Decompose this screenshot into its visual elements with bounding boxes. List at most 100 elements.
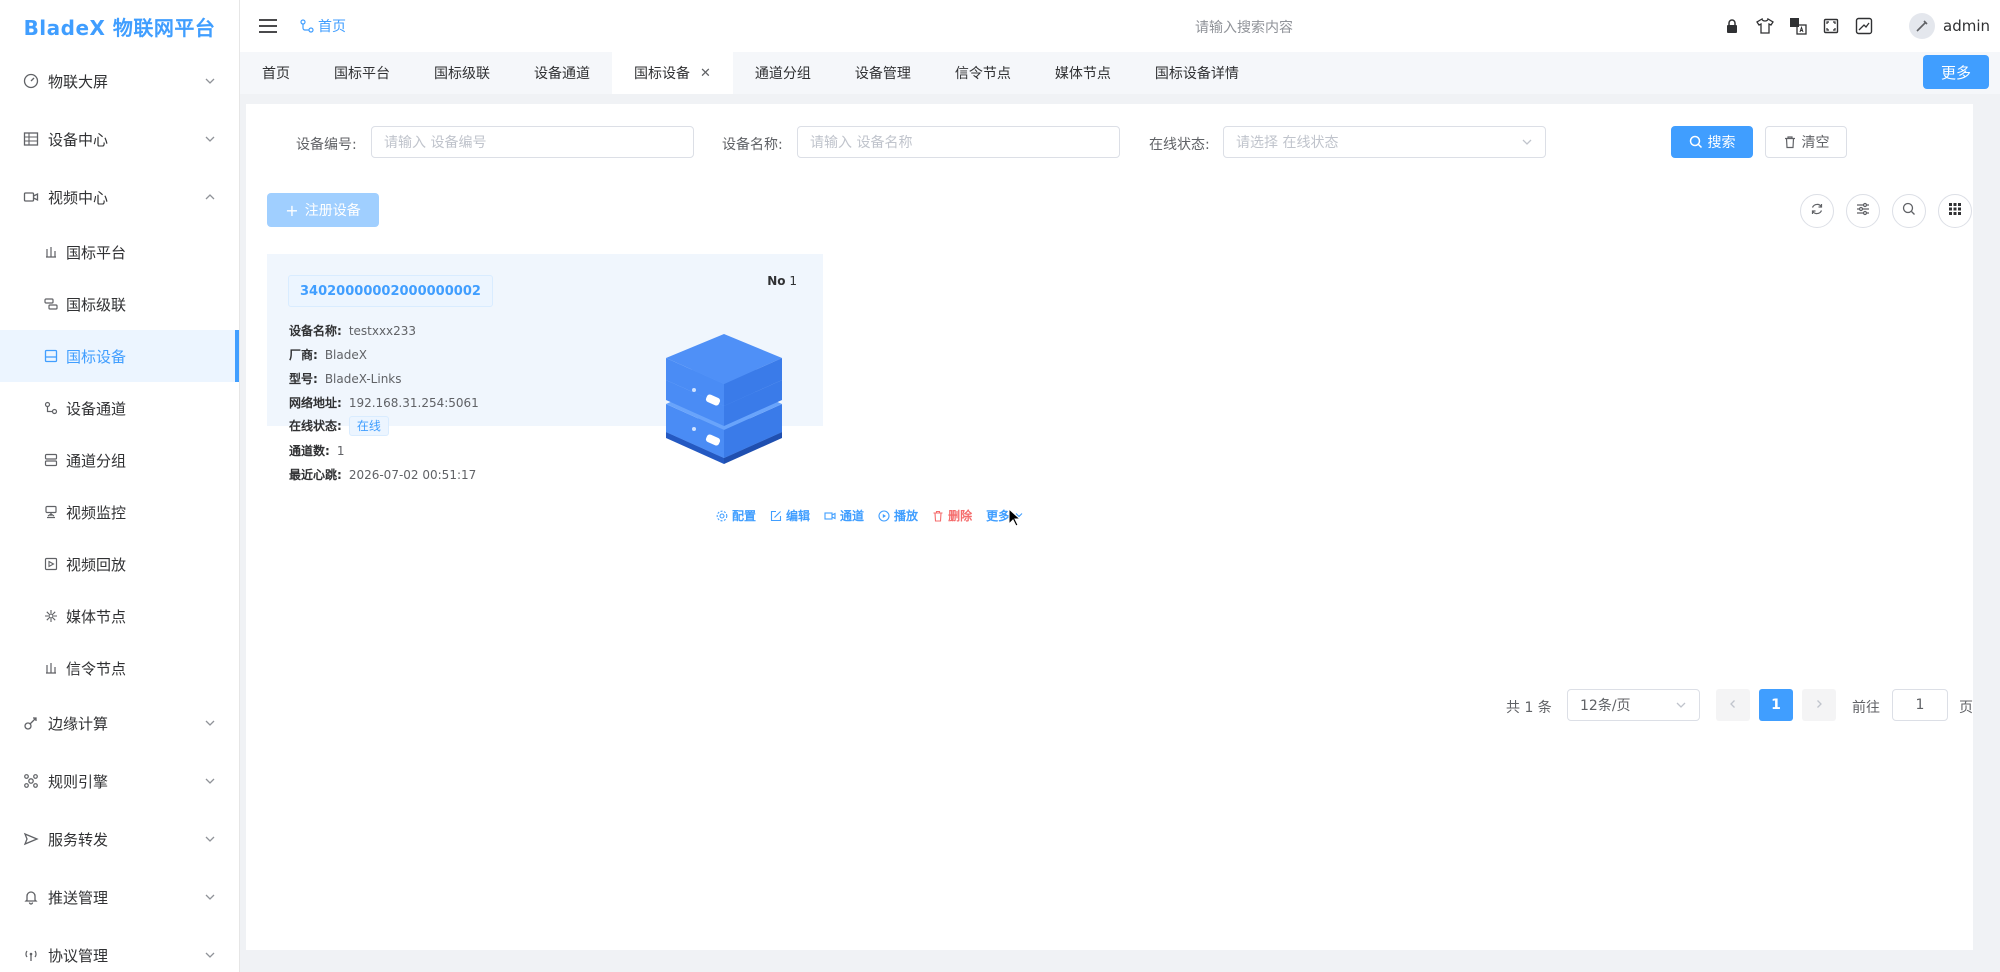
- sidebar-group-rule-engine[interactable]: 规则引擎: [0, 752, 239, 810]
- tab-device-management[interactable]: 设备管理: [833, 52, 933, 94]
- lock-icon[interactable]: [1722, 16, 1742, 36]
- chevron-down-icon: [203, 832, 217, 846]
- app-logo[interactable]: BladeX 物联网平台: [0, 0, 239, 52]
- sidebar-item-gb-cascade[interactable]: 国标级联: [0, 278, 239, 330]
- tab-media-node[interactable]: 媒体节点: [1033, 52, 1133, 94]
- play-button[interactable]: 播放: [878, 507, 918, 524]
- page-number-button[interactable]: 1: [1759, 689, 1793, 721]
- sidebar-item-label: 国标平台: [66, 243, 127, 262]
- chevron-left-icon: [1728, 697, 1738, 713]
- prev-page-button[interactable]: [1716, 689, 1750, 721]
- toggle-search-button[interactable]: [1892, 194, 1926, 228]
- search-button[interactable]: 搜索: [1671, 126, 1753, 158]
- filter-settings-button[interactable]: [1846, 194, 1880, 228]
- sidebar-group-label: 推送管理: [48, 888, 109, 907]
- theme-shirt-icon[interactable]: [1755, 16, 1775, 36]
- tabs-bar: 首页 国标平台 国标级联 设备通道 国标设备 ✕ 通道分组 设备管理 信令节点 媒…: [240, 52, 2000, 94]
- close-icon[interactable]: ✕: [700, 66, 711, 81]
- tab-gb-device[interactable]: 国标设备 ✕: [612, 52, 733, 94]
- sidebar-group-dashboard[interactable]: 物联大屏: [0, 52, 239, 110]
- chevron-down-icon: [1675, 699, 1687, 711]
- cascade-icon: [43, 296, 59, 312]
- sidebar-group-service-forward[interactable]: 服务转发: [0, 810, 239, 868]
- sidebar-group-video-center[interactable]: 视频中心: [0, 168, 239, 226]
- tab-label: 国标设备: [634, 66, 690, 82]
- sidebar: BladeX 物联网平台 物联大屏 设备中心 视频中心 国标平台 国标级联 国标…: [0, 0, 240, 972]
- tab-device-channel[interactable]: 设备通道: [512, 52, 612, 94]
- tab-label: 媒体节点: [1054, 66, 1111, 82]
- device-id-tag[interactable]: 34020000002000000002: [288, 275, 493, 307]
- sidebar-item-gb-platform[interactable]: 国标平台: [0, 226, 239, 278]
- register-device-label: 注册设备: [304, 203, 361, 219]
- sidebar-group-label: 边缘计算: [48, 714, 109, 733]
- avatar[interactable]: [1909, 13, 1935, 39]
- edit-button[interactable]: 编辑: [770, 507, 810, 524]
- row-key: 型号:: [289, 372, 318, 386]
- tab-gb-device-detail[interactable]: 国标设备详情: [1133, 52, 1261, 94]
- clear-button[interactable]: 清空: [1765, 126, 1847, 158]
- tab-label: 国标设备详情: [1154, 66, 1239, 82]
- translate-icon[interactable]: [1788, 16, 1808, 36]
- search-form: 设备编号: 请输入 设备编号 设备名称: 请输入 设备名称 在线状态: 请选择 …: [246, 126, 1973, 160]
- screenshot-icon[interactable]: [1854, 16, 1874, 36]
- page-size-select[interactable]: 12条/页: [1567, 689, 1700, 721]
- grid-view-button[interactable]: [1938, 194, 1972, 228]
- device-name-placeholder: 请输入 设备名称: [810, 135, 913, 151]
- breadcrumb-label: 首页: [318, 19, 346, 35]
- username[interactable]: admin: [1943, 17, 1990, 35]
- row-key: 设备名称:: [289, 324, 342, 338]
- video-camera-icon: [824, 510, 836, 522]
- online-status-row: 在线状态: 在线: [289, 416, 389, 436]
- register-device-button[interactable]: + 注册设备: [267, 193, 379, 227]
- sidebar-group-edge-computing[interactable]: 边缘计算: [0, 694, 239, 752]
- sidebar-item-signal-node[interactable]: 信令节点: [0, 642, 239, 694]
- send-icon: [22, 830, 40, 848]
- sidebar-group-protocol-management[interactable]: 协议管理: [0, 926, 239, 972]
- channel-button[interactable]: 通道: [824, 507, 864, 524]
- tab-gb-platform[interactable]: 国标平台: [312, 52, 412, 94]
- row-key: 在线状态:: [289, 419, 342, 433]
- sidebar-item-media-node[interactable]: 媒体节点: [0, 590, 239, 642]
- sidebar-item-channel-group[interactable]: 通道分组: [0, 434, 239, 486]
- sidebar-item-gb-device[interactable]: 国标设备: [0, 330, 239, 382]
- sidebar-item-video-playback[interactable]: 视频回放: [0, 538, 239, 590]
- breadcrumb[interactable]: 首页: [300, 16, 346, 36]
- fullscreen-icon[interactable]: [1821, 16, 1841, 36]
- status-badge: 在线: [348, 416, 389, 436]
- hamburger-menu-icon[interactable]: [256, 14, 280, 38]
- tab-channel-group[interactable]: 通道分组: [733, 52, 833, 94]
- sidebar-item-label: 视频回放: [66, 555, 127, 574]
- config-button[interactable]: 配置: [716, 507, 756, 524]
- tab-signal-node[interactable]: 信令节点: [933, 52, 1033, 94]
- chevron-down-icon: [203, 716, 217, 730]
- pagination-total: 共 1 条: [1506, 700, 1552, 716]
- goto-page-input[interactable]: 1: [1892, 689, 1948, 721]
- sidebar-item-device-channel[interactable]: 设备通道: [0, 382, 239, 434]
- monitor-icon: [43, 504, 59, 520]
- row-key: 网络地址:: [289, 396, 342, 410]
- playback-icon: [43, 556, 59, 572]
- dashboard-icon: [22, 72, 40, 90]
- rule-icon: [22, 772, 40, 790]
- tab-home[interactable]: 首页: [240, 52, 312, 94]
- refresh-button[interactable]: [1800, 194, 1834, 228]
- card-no-label: No: [767, 274, 786, 288]
- next-page-button[interactable]: [1802, 689, 1836, 721]
- sidebar-group-push-management[interactable]: 推送管理: [0, 868, 239, 926]
- device-code-input[interactable]: 请输入 设备编号: [371, 126, 694, 158]
- sidebar-item-label: 国标级联: [66, 295, 127, 314]
- device-name-input[interactable]: 请输入 设备名称: [797, 126, 1120, 158]
- tabs-more-button[interactable]: 更多: [1923, 55, 1989, 89]
- chevron-down-icon: [203, 890, 217, 904]
- table-icon: [22, 130, 40, 148]
- trash-icon: [932, 510, 944, 522]
- sidebar-item-video-monitor[interactable]: 视频监控: [0, 486, 239, 538]
- global-search-input[interactable]: 请输入搜索内容: [1195, 17, 1293, 37]
- tab-gb-cascade[interactable]: 国标级联: [412, 52, 512, 94]
- channel-icon: [43, 400, 59, 416]
- online-status-select[interactable]: 请选择 在线状态: [1223, 126, 1546, 158]
- sidebar-item-label: 设备通道: [66, 399, 127, 418]
- sidebar-group-device-center[interactable]: 设备中心: [0, 110, 239, 168]
- chevron-down-icon: [203, 774, 217, 788]
- delete-button[interactable]: 删除: [932, 507, 972, 524]
